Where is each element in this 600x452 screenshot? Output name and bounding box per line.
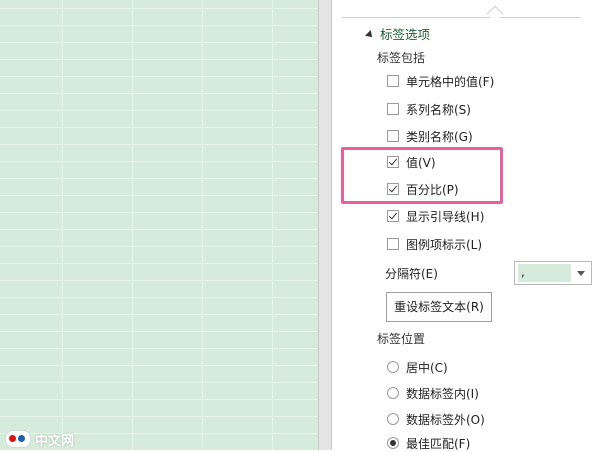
checkbox-value[interactable]: 值(V): [387, 153, 436, 171]
separator-value[interactable]: ,: [518, 264, 571, 282]
grid-row-line: [0, 229, 318, 230]
checkbox-category-name[interactable]: 类别名称(G): [387, 127, 473, 145]
grid-row-line: [0, 178, 318, 179]
grid-row-line: [0, 314, 318, 315]
grid-row-line: [0, 195, 318, 196]
checkbox-label: 显示引导线(H): [406, 209, 485, 224]
radio-label: 数据标签内(I): [406, 386, 479, 401]
radio-circle[interactable]: [387, 413, 399, 425]
grid-row-line: [0, 331, 318, 332]
format-data-labels-pane: [332, 0, 600, 450]
radio-label: 最佳匹配(F): [406, 436, 471, 451]
radio-outside-end[interactable]: 数据标签外(O): [387, 410, 485, 428]
section-title: 标签选项: [380, 27, 431, 42]
grid-row-line: [0, 25, 318, 26]
radio-center[interactable]: 居中(C): [387, 358, 448, 376]
radio-label: 数据标签外(O): [406, 412, 485, 427]
checkbox-box[interactable]: [387, 103, 399, 115]
pane-tab-notch: [486, 5, 504, 23]
radio-circle[interactable]: [387, 361, 399, 373]
radio-circle[interactable]: [387, 437, 399, 449]
checkbox-label: 单元格中的值(F): [406, 74, 495, 89]
watermark-text: 中文网: [35, 433, 75, 449]
label-position-heading: 标签位置: [377, 332, 426, 346]
watermark: 中文网: [5, 430, 75, 449]
grid-row-line: [0, 280, 318, 281]
grid-row-line: [0, 110, 318, 111]
radio-label: 居中(C): [406, 360, 448, 375]
chevron-down-icon[interactable]: [577, 271, 585, 276]
pane-top-divider: [342, 17, 490, 18]
checkbox-label: 类别名称(G): [406, 129, 473, 144]
checkbox-box[interactable]: [387, 156, 399, 168]
php-logo-icon: [5, 430, 31, 448]
radio-circle[interactable]: [387, 387, 399, 399]
spreadsheet-area[interactable]: 中文网: [0, 0, 318, 450]
grid-row-line: [0, 144, 318, 145]
grid-row-line: [0, 127, 318, 128]
grid-row-line: [0, 8, 318, 9]
grid-row-line: [0, 416, 318, 417]
checkbox-label: 系列名称(S): [406, 102, 471, 117]
checkbox-show-leader-lines[interactable]: 显示引导线(H): [387, 207, 484, 225]
checkbox-box[interactable]: [387, 238, 399, 250]
grid-row-line: [0, 399, 318, 400]
reset-label-text-button[interactable]: 重设标签文本(R): [386, 292, 492, 322]
grid-row-line: [0, 42, 318, 43]
label-options-section-header[interactable]: 标签选项: [365, 24, 431, 43]
checkbox-box[interactable]: [387, 183, 399, 195]
checkbox-box[interactable]: [387, 210, 399, 222]
collapse-triangle-icon: [365, 29, 375, 40]
grid-row-line: [0, 212, 318, 213]
radio-best-fit[interactable]: 最佳匹配(F): [387, 434, 470, 452]
radio-inside-end[interactable]: 数据标签内(I): [387, 384, 479, 402]
grid-row-line: [0, 76, 318, 77]
checkbox-label: 图例项标示(L): [406, 237, 483, 252]
grid-row-line: [0, 297, 318, 298]
grid-row-line: [0, 59, 318, 60]
grid-row-line: [0, 246, 318, 247]
grid-row-line: [0, 93, 318, 94]
grid-row-line: [0, 161, 318, 162]
checkbox-series-name[interactable]: 系列名称(S): [387, 100, 471, 118]
checkbox-percentage[interactable]: 百分比(P): [387, 180, 459, 198]
grid-row-line: [0, 263, 318, 264]
checkbox-legend-key[interactable]: 图例项标示(L): [387, 235, 482, 253]
pane-top-divider: [500, 17, 580, 18]
checkbox-label: 百分比(P): [406, 182, 459, 197]
label-contains-heading: 标签包括: [377, 51, 426, 65]
checkbox-label: 值(V): [406, 155, 436, 170]
separator-dropdown[interactable]: ,: [514, 261, 592, 285]
checkbox-box[interactable]: [387, 130, 399, 142]
grid-row-line: [0, 365, 318, 366]
grid-row-line: [0, 348, 318, 349]
grid-row-line: [0, 382, 318, 383]
separator-label: 分隔符(E): [385, 267, 438, 281]
checkbox-value-from-cells[interactable]: 单元格中的值(F): [387, 72, 494, 90]
checkbox-box[interactable]: [387, 75, 399, 87]
pane-splitter[interactable]: [318, 0, 332, 450]
